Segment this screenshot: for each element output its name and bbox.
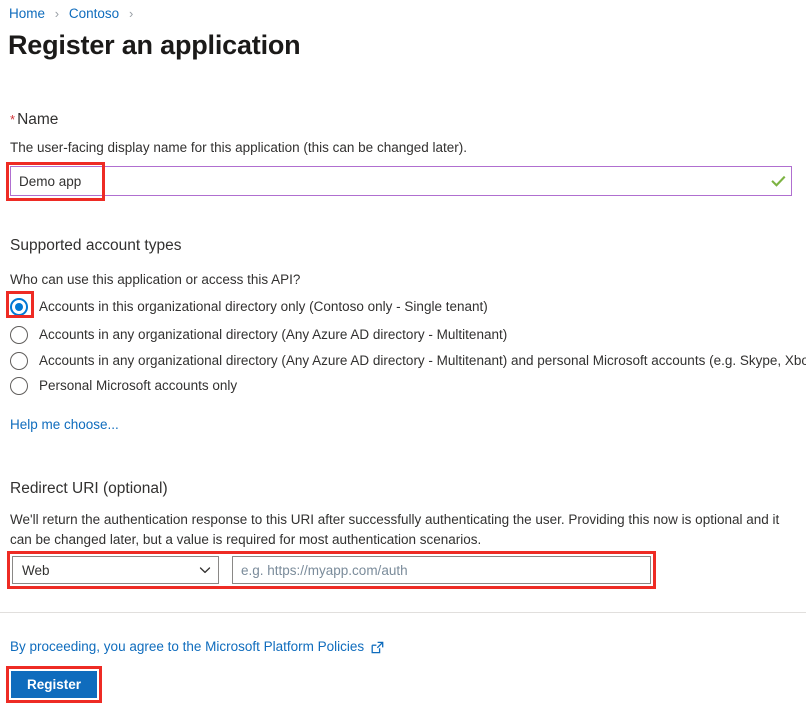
radio-button-icon[interactable] xyxy=(10,326,28,344)
breadcrumb-item-home[interactable]: Home xyxy=(9,6,45,21)
platform-policies-line: By proceeding, you agree to the Microsof… xyxy=(10,638,384,656)
radio-option-multitenant[interactable]: Accounts in any organizational directory… xyxy=(10,324,507,346)
radio-option-label: Personal Microsoft accounts only xyxy=(39,377,237,395)
redirect-uri-input[interactable] xyxy=(233,557,650,583)
name-field-description: The user-facing display name for this ap… xyxy=(10,138,780,158)
breadcrumb-separator-icon: › xyxy=(55,6,59,21)
radio-option-label: Accounts in any organizational directory… xyxy=(39,352,806,370)
breadcrumb-separator-icon: › xyxy=(129,6,133,21)
checkmark-icon xyxy=(765,174,791,189)
name-input-container[interactable] xyxy=(10,166,792,196)
radio-option-multitenant-and-personal[interactable]: Accounts in any organizational directory… xyxy=(10,350,806,372)
help-me-choose-link[interactable]: Help me choose... xyxy=(10,416,119,434)
name-label-text: Name xyxy=(17,111,58,128)
breadcrumb-item-contoso[interactable]: Contoso xyxy=(69,6,119,21)
radio-button-icon[interactable] xyxy=(10,352,28,370)
radio-option-personal-only[interactable]: Personal Microsoft accounts only xyxy=(10,375,237,397)
radio-option-label: Accounts in any organizational directory… xyxy=(39,326,507,344)
redirect-uri-type-select[interactable]: Web xyxy=(12,556,219,584)
chevron-down-icon xyxy=(198,563,212,577)
redirect-uri-description: We'll return the authentication response… xyxy=(10,510,792,550)
redirect-uri-heading: Redirect URI (optional) xyxy=(10,479,168,499)
redirect-uri-type-value: Web xyxy=(22,563,198,578)
account-types-question: Who can use this application or access t… xyxy=(10,270,300,290)
required-asterisk: * xyxy=(10,112,15,127)
radio-button-selected-icon[interactable] xyxy=(10,298,28,316)
account-types-heading: Supported account types xyxy=(10,236,181,256)
name-input[interactable] xyxy=(11,167,765,195)
radio-option-single-tenant[interactable]: Accounts in this organizational director… xyxy=(10,296,488,318)
footer-divider xyxy=(0,612,806,613)
platform-policies-link[interactable]: By proceeding, you agree to the Microsof… xyxy=(10,638,364,656)
register-button[interactable]: Register xyxy=(11,671,97,698)
external-link-icon xyxy=(371,641,384,654)
name-field-label: *Name xyxy=(10,110,58,130)
redirect-uri-input-container[interactable] xyxy=(232,556,651,584)
radio-button-icon[interactable] xyxy=(10,377,28,395)
radio-option-label: Accounts in this organizational director… xyxy=(39,298,488,316)
page-title: Register an application xyxy=(8,28,300,62)
breadcrumb: Home › Contoso › xyxy=(9,6,139,22)
